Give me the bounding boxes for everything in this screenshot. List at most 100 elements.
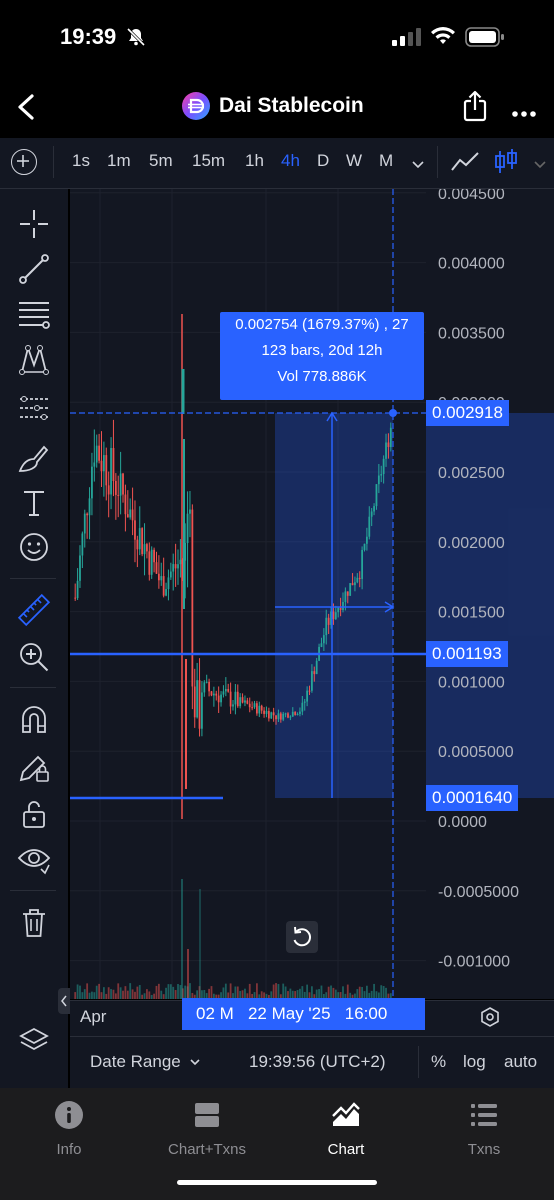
- hide-drawings-eye-icon[interactable]: [17, 842, 51, 876]
- candle-body: [361, 549, 364, 579]
- candle-body: [294, 711, 297, 715]
- price-axis-label: 0.002500: [438, 465, 505, 482]
- brush-icon[interactable]: [17, 441, 51, 475]
- timeframe-4h[interactable]: 4h: [281, 151, 300, 171]
- candle-body: [308, 690, 311, 692]
- volume-bar: [134, 991, 136, 999]
- volume-bar: [124, 986, 127, 999]
- crosshair-icon[interactable]: [17, 207, 51, 241]
- volume-bar: [112, 989, 115, 999]
- candle-body: [260, 705, 263, 711]
- home-indicator: [177, 1180, 377, 1185]
- volume-bar: [177, 984, 179, 999]
- tab-chart[interactable]: Chart: [277, 1100, 415, 1158]
- candle-body: [363, 543, 366, 550]
- timeframe-1s[interactable]: 1s: [72, 151, 90, 171]
- volume-bar: [148, 991, 151, 999]
- candle-body: [289, 716, 292, 718]
- candle-body: [377, 475, 380, 485]
- candlestick-chart-type-icon[interactable]: [493, 148, 519, 181]
- candle-body: [368, 516, 371, 537]
- volume-bar: [131, 989, 134, 999]
- candle-body: [299, 711, 301, 714]
- reset-chart-icon[interactable]: [286, 921, 318, 953]
- candle-body: [205, 681, 208, 683]
- volume-bar: [114, 993, 117, 999]
- volume-bar: [79, 985, 81, 999]
- list-icon: [471, 1104, 497, 1126]
- candle-body: [88, 498, 91, 516]
- line-chart-type-icon[interactable]: [450, 150, 480, 179]
- auto-scale-toggle[interactable]: auto: [504, 1052, 537, 1072]
- timeframe-5m[interactable]: 5m: [149, 151, 173, 171]
- date-range-label: Date Range: [90, 1052, 181, 1071]
- chart-canvas[interactable]: 0.0045000.0040000.0035000.0030000.002500…: [70, 189, 554, 999]
- candle-body: [251, 707, 254, 709]
- candle-body: [210, 691, 213, 696]
- volume-bar: [224, 983, 227, 999]
- layers-icon[interactable]: [17, 1024, 51, 1058]
- price-chart[interactable]: 0.0045000.0040000.0035000.0030000.002500…: [70, 189, 554, 999]
- tab-info-label: Info: [56, 1141, 82, 1158]
- volume-bar: [174, 990, 177, 999]
- price-axis-label: 0.0000: [438, 814, 487, 831]
- more-options-icon[interactable]: [512, 104, 536, 122]
- add-indicator-plus-icon[interactable]: [11, 149, 37, 175]
- candle-body: [126, 514, 129, 518]
- trend-line-icon[interactable]: [17, 252, 51, 286]
- volume-bar: [373, 983, 375, 999]
- emoji-icon[interactable]: [17, 530, 51, 564]
- candle-body: [193, 686, 196, 718]
- candle-body: [382, 458, 385, 475]
- candle-body: [136, 539, 139, 550]
- chart-settings-gear-icon[interactable]: [480, 1007, 500, 1032]
- timeframe-d[interactable]: D: [317, 151, 329, 171]
- back-chevron-icon[interactable]: [14, 90, 38, 124]
- lock-drawings-pencil-icon[interactable]: [17, 750, 51, 784]
- candle-body: [344, 591, 347, 602]
- candle-body: [167, 577, 170, 590]
- ruler-measure-icon[interactable]: [17, 593, 51, 627]
- candle-body: [322, 635, 325, 644]
- candle-body: [119, 473, 122, 496]
- candle-body: [303, 701, 306, 703]
- log-scale-toggle[interactable]: log: [463, 1052, 486, 1072]
- trash-icon[interactable]: [17, 906, 51, 940]
- timeframe-1m[interactable]: 1m: [107, 151, 131, 171]
- timeframe-m[interactable]: M: [379, 151, 393, 171]
- timeframe-dropdown-chevron-icon[interactable]: [411, 157, 425, 175]
- timeframe-15m[interactable]: 15m: [192, 151, 225, 171]
- candle-body: [177, 564, 179, 569]
- candle-body: [153, 549, 155, 563]
- fib-retracement-icon[interactable]: [17, 297, 51, 331]
- unlock-icon[interactable]: [17, 797, 51, 831]
- candle-body: [74, 597, 77, 599]
- text-tool-icon[interactable]: [17, 486, 51, 520]
- tab-chart-txns[interactable]: Chart+Txns: [138, 1100, 276, 1158]
- candle-body: [389, 427, 392, 448]
- timezone-clock[interactable]: 19:39:56 (UTC+2): [249, 1052, 386, 1072]
- volume-bar: [229, 983, 232, 999]
- prediction-tool-icon[interactable]: [17, 391, 51, 425]
- percent-scale-toggle[interactable]: %: [431, 1052, 446, 1072]
- volume-bar: [282, 983, 285, 999]
- pattern-tool-icon[interactable]: [17, 343, 51, 377]
- tab-txns[interactable]: Txns: [415, 1100, 553, 1158]
- timeframe-w[interactable]: W: [346, 151, 362, 171]
- candle-body: [234, 691, 237, 705]
- volume-bar: [102, 987, 105, 999]
- tab-info[interactable]: Info: [0, 1100, 138, 1158]
- zoom-in-icon[interactable]: [17, 640, 51, 674]
- timeframe-1h[interactable]: 1h: [245, 151, 264, 171]
- collapse-toolbar-chevron-icon[interactable]: [58, 988, 70, 1014]
- chart-type-dropdown-chevron-icon[interactable]: [533, 157, 547, 175]
- candle-body: [256, 703, 258, 714]
- volume-bar: [365, 985, 368, 999]
- candle-body: [248, 703, 251, 708]
- wifi-icon: [430, 26, 456, 51]
- candle-body: [342, 601, 344, 610]
- candle-body: [179, 559, 182, 565]
- share-icon[interactable]: [462, 90, 488, 127]
- magnet-icon[interactable]: [17, 703, 51, 737]
- date-range-button[interactable]: Date Range: [90, 1052, 201, 1072]
